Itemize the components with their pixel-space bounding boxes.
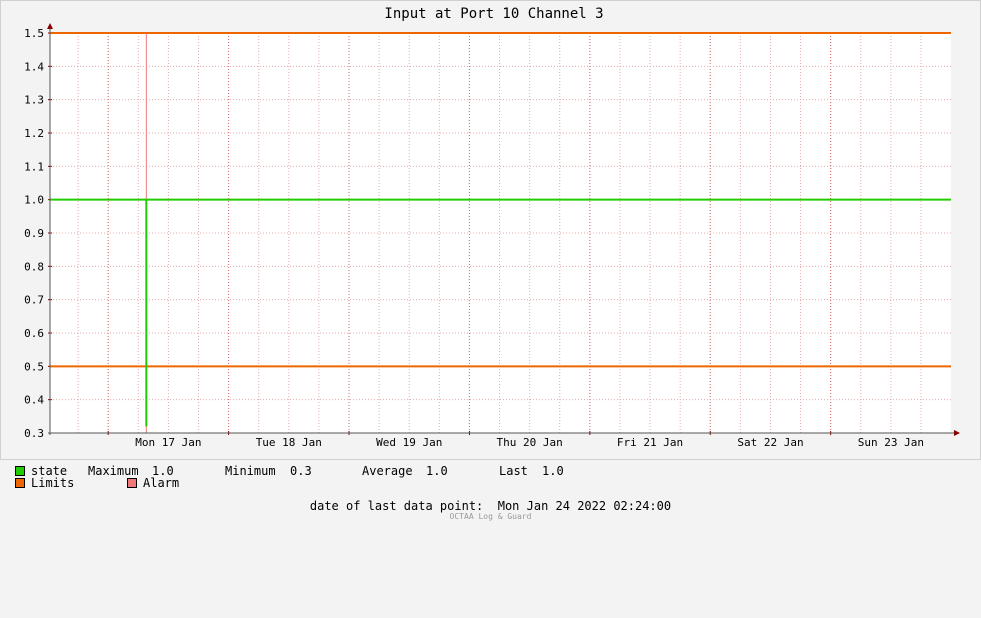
x-tick-label: Sun 23 Jan [858,436,924,449]
state-swatch [15,466,25,476]
x-tick-label: Wed 19 Jan [376,436,442,449]
stat-average-value: 1.0 [426,464,448,478]
y-tick-label: 0.7 [24,294,44,307]
legend-limits: Limits [15,476,74,490]
limits-swatch [15,478,25,488]
chart-title: Input at Port 10 Channel 3 [384,6,603,22]
y-tick-label: 0.8 [24,260,44,273]
watermark: OCTAA Log & Guard [449,512,532,521]
y-tick-label: 1.4 [24,60,44,73]
y-tick-label: 1.3 [24,94,44,107]
y-tick-label: 1.0 [24,194,44,207]
x-axis-arrow [954,430,960,436]
stat-average-label: Average [362,464,413,478]
y-tick-label: 0.4 [24,394,44,407]
x-tick-label: Fri 21 Jan [617,436,683,449]
x-tick-label: Mon 17 Jan [135,436,201,449]
y-tick-label: 0.6 [24,327,44,340]
y-tick-label: 0.9 [24,227,44,240]
stat-last-value: 1.0 [542,464,564,478]
y-tick-label: 0.3 [24,427,44,440]
legend-alarm: Alarm [127,476,179,490]
y-tick-label: 0.5 [24,360,44,373]
last-data-point-label: date of last data point: [309,499,484,513]
legend-state-row: state Maximum 1.0 Minimum 0.3 Average 1.… [15,464,564,478]
legend-alarm-label: Alarm [143,476,180,490]
stat-last-label: Last [499,464,528,478]
y-tick-label: 1.5 [24,27,44,40]
y-tick-label: 1.2 [24,127,44,140]
last-data-point: date of last data point: Mon Jan 24 2022… [0,499,981,513]
y-tick-label: 1.1 [24,160,44,173]
stat-minimum-label: Minimum [225,464,276,478]
plot-area: 0.3 0.4 0.5 0.6 0.7 0.8 0.9 1.0 1.1 1.2 1.3 1.4 1.5 M… [0,0,981,460]
legend-limits-row: Limits Alarm [15,476,179,490]
x-tick-label: Tue 18 Jan [256,436,322,449]
last-data-point-value: Mon Jan 24 2022 02:24:00 [497,499,672,513]
chart: 0.3 0.4 0.5 0.6 0.7 0.8 0.9 1.0 1.1 1.2 1.3 1.4 1.5 M… [0,0,981,526]
y-axis-arrow [47,23,53,29]
alarm-swatch [127,478,137,488]
stat-minimum-value: 0.3 [290,464,312,478]
x-tick-label: Thu 20 Jan [497,436,563,449]
legend-limits-label: Limits [31,476,75,490]
x-tick-label: Sat 22 Jan [737,436,803,449]
